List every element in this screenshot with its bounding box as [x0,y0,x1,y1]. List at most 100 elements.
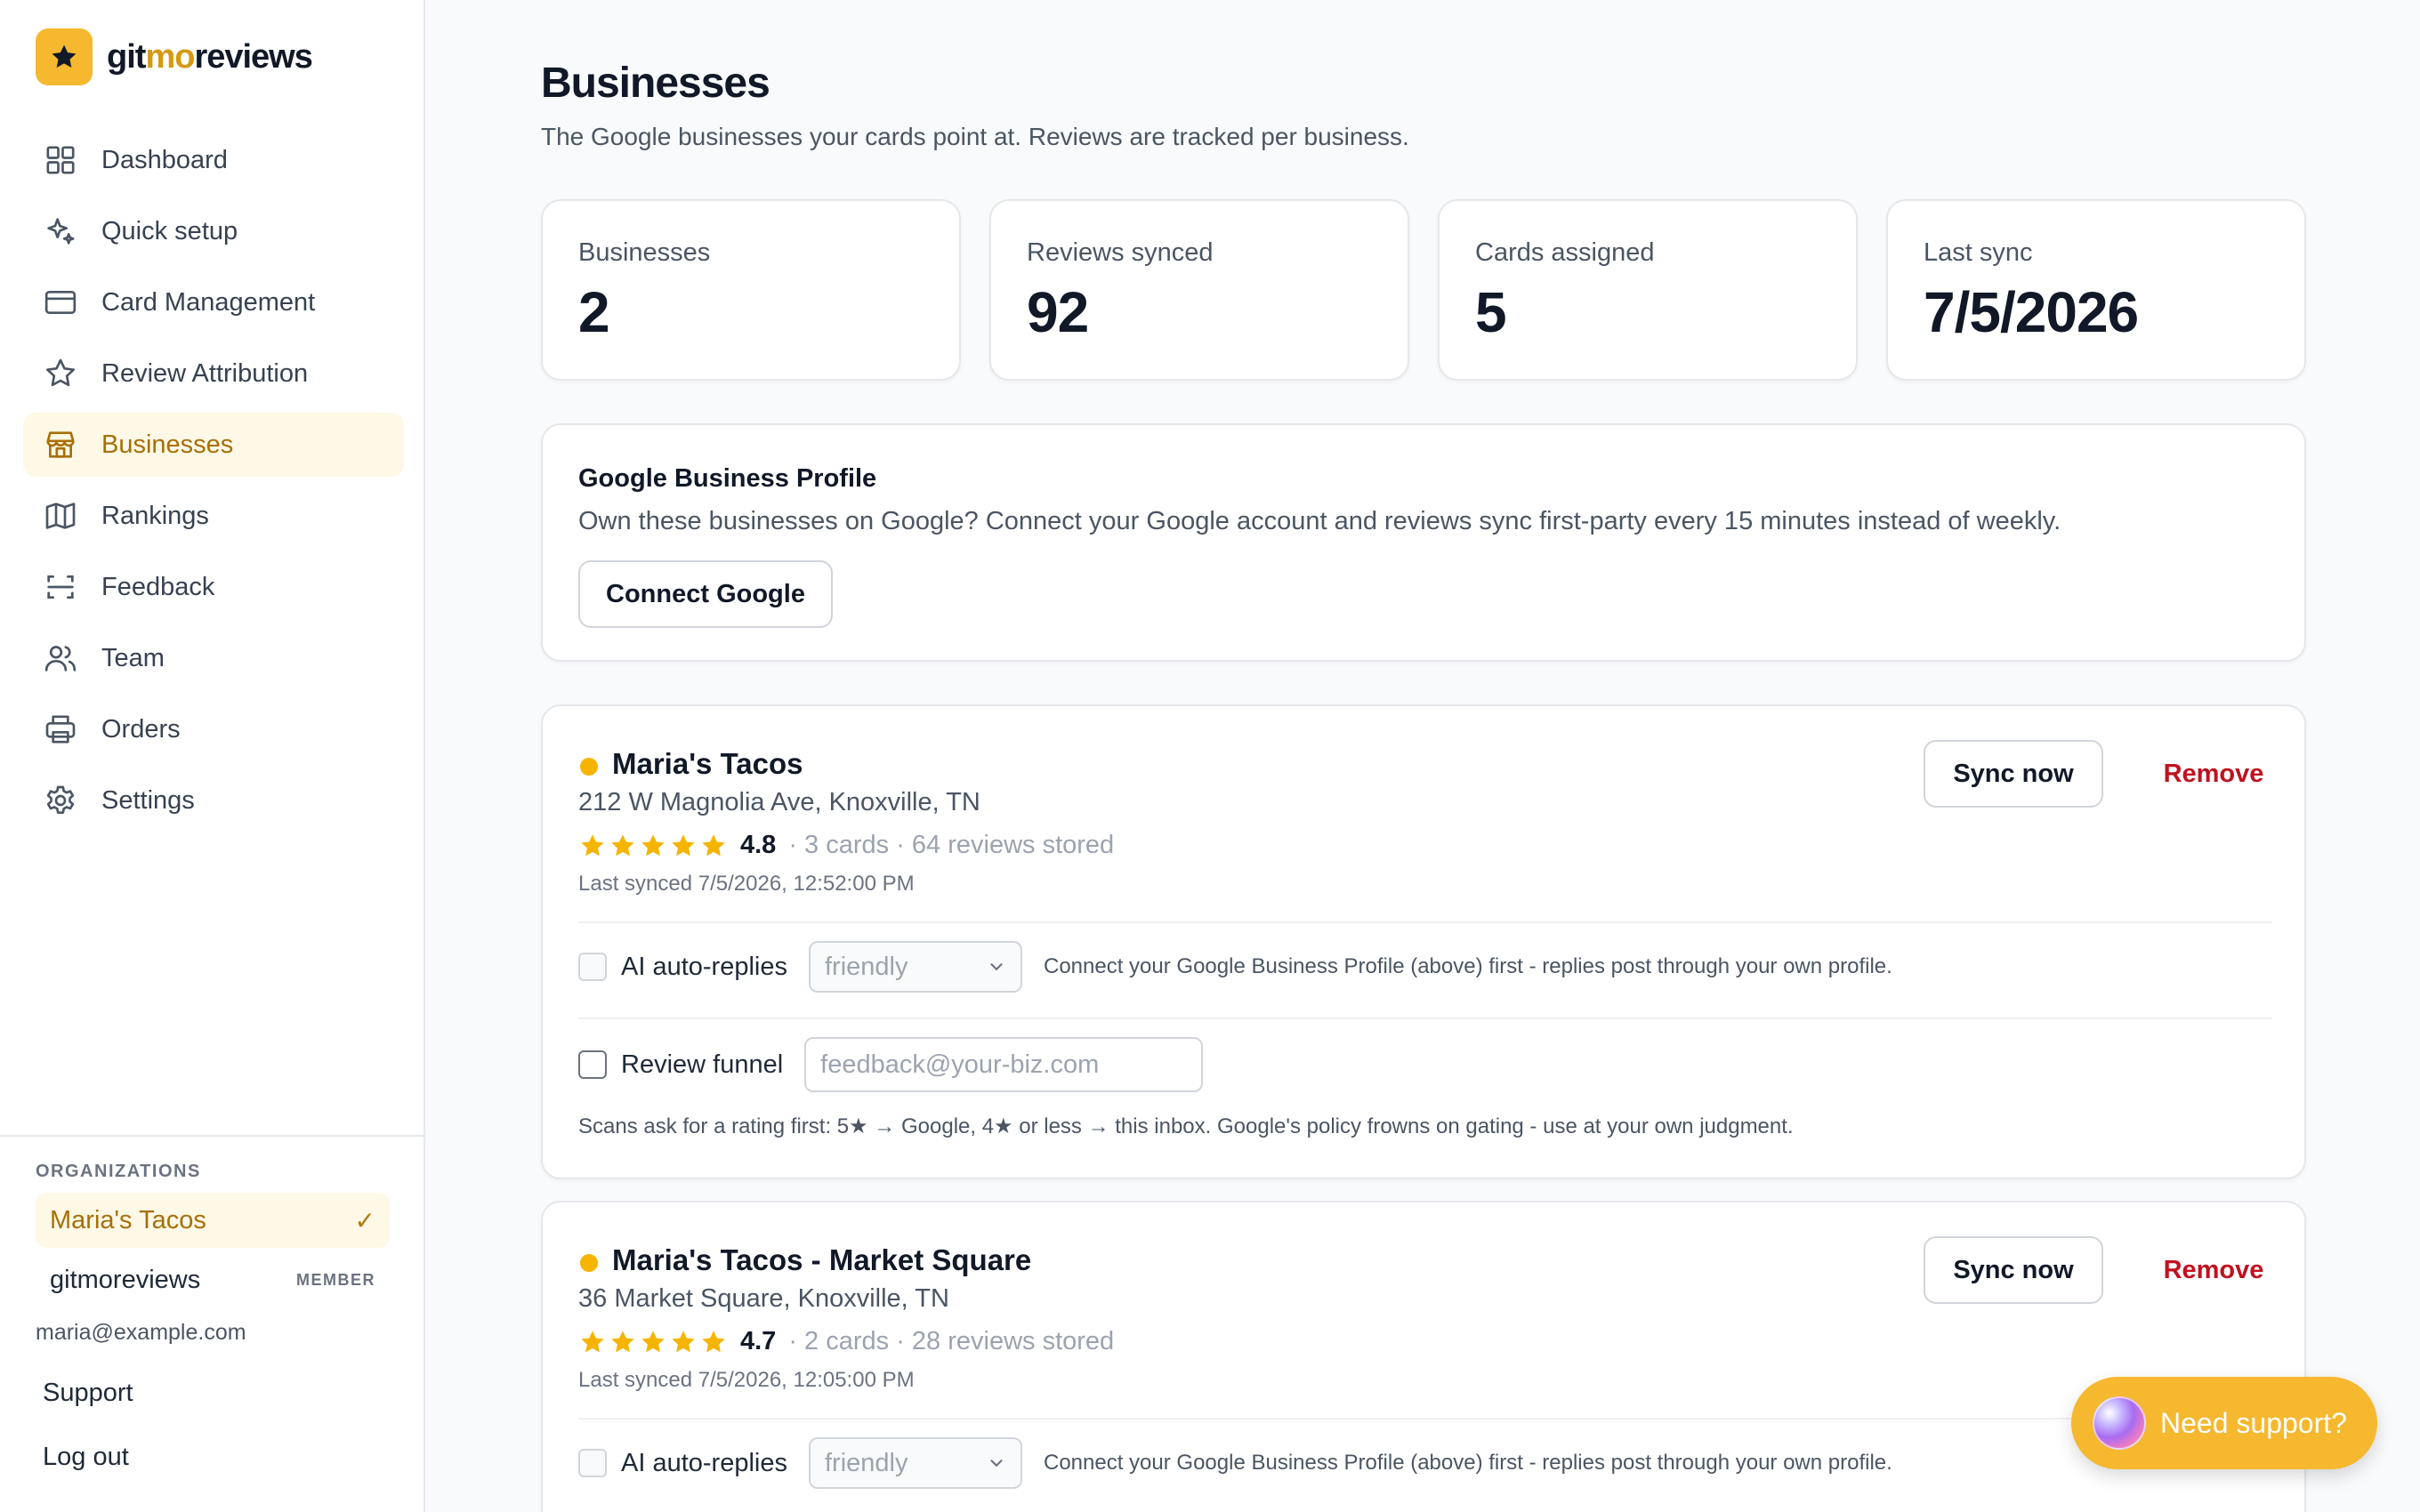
stat-label: Businesses [578,238,711,267]
business-card: Maria's Tacos - Market Square 36 Market … [541,1201,2306,1512]
sync-now-button[interactable]: Sync now [1924,1236,2103,1304]
review-funnel-checkbox[interactable] [578,1050,607,1079]
stat-card-last-sync: Last sync 7/5/2026 [1886,199,2306,381]
ai-auto-replies-checkbox[interactable] [578,1449,607,1477]
stat-label: Reviews synced [1027,238,1214,267]
star-icon [611,1330,634,1352]
business-card: Maria's Tacos 212 W Magnolia Ave, Knoxvi… [541,704,2306,1179]
review-funnel-row: Review funnel [578,1037,1204,1092]
sidebar-item-label: Quick setup [101,216,238,245]
sparkles-icon [47,218,75,245]
ai-auto-replies-checkbox[interactable] [578,953,607,981]
business-meta: · 3 cards · 64 reviews stored [788,831,1115,859]
support-link[interactable]: Support [43,1379,133,1408]
sidebar-item-label: Feedback [101,572,215,601]
status-dot [580,758,598,776]
sidebar-item-team[interactable]: Team [23,626,404,690]
business-address: 212 W Magnolia Ave, Knoxville, TN [578,788,980,816]
sidebar-item-label: Rankings [101,501,209,530]
sidebar-item-feedback[interactable]: Feedback [23,555,404,619]
chevron-down-icon [990,1460,1003,1468]
sidebar-item-review-attribution[interactable]: Review Attribution [23,342,404,406]
star-icon [46,358,75,387]
star-icon [641,1330,665,1352]
last-synced: Last synced 7/5/2026, 12:05:00 PM [578,1368,915,1392]
org-name: Maria's Tacos [50,1205,206,1235]
stat-card-reviews-synced: Reviews synced 92 [989,199,1409,381]
users-icon [44,646,77,672]
user-email: maria@example.com [36,1320,246,1345]
gear-icon [46,785,75,814]
rating-row: 4.8 · 3 cards · 64 reviews stored [578,831,1114,860]
star-icon [611,833,634,856]
org-name: gitmoreviews [50,1265,201,1294]
remove-button[interactable]: Remove [2125,1236,2303,1304]
sidebar-item-orders[interactable]: Orders [23,697,404,761]
star-icon [641,833,665,856]
role-badge: MEMBER [296,1270,375,1289]
review-funnel-label: Review funnel [621,1050,784,1079]
ai-auto-replies-hint: Connect your Google Business Profile (ab… [1044,954,1892,978]
sidebar-item-label: Orders [101,714,181,744]
business-name: Maria's Tacos - Market Square [612,1243,1032,1276]
brand-logo-star-icon [36,28,93,85]
funnel-email-input[interactable] [804,1037,1204,1092]
printer-icon [45,715,76,744]
ai-auto-replies-row: AI auto-replies friendly Connect your Go… [578,1437,1892,1489]
sidebar-item-card-management[interactable]: Card Management [23,270,404,334]
sidebar-item-label: Dashboard [101,145,228,174]
stat-label: Last sync [1924,238,2033,267]
gbp-title: Google Business Profile [578,464,877,493]
ai-auto-replies-row: AI auto-replies friendly Connect your Go… [578,941,1892,993]
sync-now-button[interactable]: Sync now [1924,740,2103,808]
need-support-button[interactable]: Need support? [2071,1377,2377,1469]
last-synced: Last synced 7/5/2026, 12:52:00 PM [578,872,915,896]
ai-auto-replies-hint: Connect your Google Business Profile (ab… [1044,1451,1892,1475]
brand[interactable]: gitmoreviews [36,28,313,85]
sidebar-divider [0,1135,425,1137]
sidebar-item-rankings[interactable]: Rankings [23,484,404,548]
map-icon [45,503,76,529]
star-icon [702,1330,725,1352]
row-divider [578,1418,2272,1420]
storefront-icon [46,431,75,458]
connect-google-button[interactable]: Connect Google [578,560,833,628]
google-business-profile-card: Google Business Profile Own these busine… [541,423,2306,662]
ai-auto-replies-label: AI auto-replies [621,1448,787,1477]
sidebar-item-label: Settings [101,785,195,815]
support-label: Need support? [2160,1406,2347,1439]
star-rating [578,832,730,860]
stat-value: 7/5/2026 [1924,280,2139,344]
logout-link[interactable]: Log out [43,1443,129,1472]
sidebar-item-businesses[interactable]: Businesses [23,413,404,477]
row-divider [578,921,2272,923]
page-title: Businesses [541,60,770,107]
star-icon [702,833,725,856]
star-icon [581,1330,604,1352]
brand-name: gitmoreviews [107,37,313,76]
org-item-gitmoreviews[interactable]: gitmoreviews MEMBER [36,1252,390,1307]
stat-card-cards-assigned: Cards assigned 5 [1438,199,1858,381]
tone-select[interactable]: friendly [809,1437,1022,1489]
scan-icon [47,575,74,599]
page-subtitle: The Google businesses your cards point a… [541,123,1409,150]
funnel-note: Scans ask for a rating first: 5★ → Googl… [578,1114,1794,1138]
rating-value: 4.8 [740,831,777,859]
org-item-marias-tacos[interactable]: Maria's Tacos ✓ [36,1193,390,1248]
stat-card-businesses: Businesses 2 [541,199,961,381]
sidebar-item-quick-setup[interactable]: Quick setup [23,199,404,263]
row-divider [578,1017,2272,1019]
tone-value: friendly [825,1448,908,1477]
remove-button[interactable]: Remove [2125,740,2303,808]
tone-select[interactable]: friendly [809,941,1022,993]
sidebar: gitmoreviews Dashboard Quick setup Card … [0,0,425,1512]
status-dot [580,1254,598,1272]
check-icon: ✓ [354,1206,375,1235]
sidebar-item-settings[interactable]: Settings [23,768,404,832]
sidebar-item-dashboard[interactable]: Dashboard [23,128,404,192]
chevron-down-icon [990,963,1003,971]
business-address: 36 Market Square, Knoxville, TN [578,1284,949,1313]
business-name: Maria's Tacos [612,747,803,780]
star-icon [672,833,695,856]
stat-value: 92 [1027,280,1089,344]
